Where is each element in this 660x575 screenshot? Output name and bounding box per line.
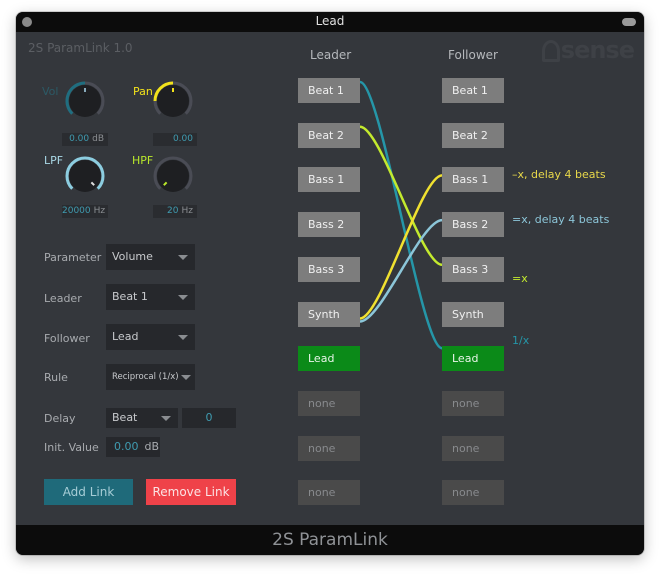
- leader-column-header: Leader: [310, 48, 352, 62]
- chevron-down-icon: [178, 255, 188, 260]
- leader-slot[interactable]: Bass 2: [298, 212, 360, 238]
- delay-amount-input[interactable]: 0: [182, 408, 236, 428]
- follower-label: Follower: [44, 332, 90, 345]
- rule-dropdown[interactable]: Reciprocal (1/x): [106, 364, 195, 390]
- link-rule-label: –x, delay 4 beats: [512, 168, 606, 182]
- init-value-label: Init. Value: [44, 441, 99, 454]
- follower-column-header: Follower: [448, 48, 498, 62]
- chevron-down-icon: [181, 375, 191, 380]
- app-version: 2S ParamLink 1.0: [28, 41, 133, 55]
- vol-value-display[interactable]: 0.00 dB: [62, 133, 108, 146]
- footer-title: 2S ParamLink: [16, 525, 644, 555]
- delay-mode-dropdown[interactable]: Beat: [106, 408, 178, 428]
- vol-knob-label: Vol: [42, 85, 59, 98]
- plugin-window: Lead 2S ParamLink 1.0 2sense Leader Foll…: [16, 12, 644, 555]
- window-toggle-button[interactable]: [622, 18, 636, 26]
- leader-slot[interactable]: none: [298, 480, 360, 506]
- follower-dropdown[interactable]: Lead: [106, 324, 195, 350]
- leader-slot[interactable]: Beat 1: [298, 78, 360, 103]
- link-wire[interactable]: [359, 174, 443, 320]
- leader-slot[interactable]: none: [298, 390, 360, 416]
- follower-slot[interactable]: Bass 3: [442, 256, 504, 282]
- window-title: Lead: [315, 14, 345, 28]
- link-rule-label: 1/x: [512, 334, 530, 348]
- leader-slot[interactable]: Bass 1: [298, 167, 360, 193]
- leader-slot[interactable]: Beat 2: [298, 122, 360, 148]
- add-link-button[interactable]: Add Link: [44, 479, 133, 505]
- init-value-input[interactable]: 0.00 dB: [106, 437, 160, 457]
- leader-slot[interactable]: Lead: [298, 346, 360, 372]
- pan-knob[interactable]: [152, 80, 194, 122]
- link-wire[interactable]: [359, 218, 443, 323]
- leader-slot[interactable]: Synth: [298, 301, 360, 327]
- delay-label: Delay: [44, 412, 76, 425]
- leader-dropdown[interactable]: Beat 1: [106, 284, 195, 310]
- chevron-down-icon: [161, 416, 171, 421]
- pan-knob-label: Pan: [133, 85, 153, 98]
- follower-slot[interactable]: none: [442, 390, 504, 416]
- hpf-knob-label: HPF: [132, 154, 154, 167]
- chevron-down-icon: [178, 335, 188, 340]
- link-wire[interactable]: [359, 125, 443, 267]
- follower-slot[interactable]: Beat 2: [442, 122, 504, 148]
- remove-link-button[interactable]: Remove Link: [146, 479, 236, 505]
- follower-slot[interactable]: Lead: [442, 346, 504, 372]
- brand-logo: 2sense: [541, 36, 635, 64]
- leader-slot[interactable]: none: [298, 435, 360, 461]
- parameter-dropdown[interactable]: Volume: [106, 244, 195, 270]
- title-bar: Lead: [16, 12, 644, 32]
- follower-slot[interactable]: Beat 1: [442, 78, 504, 103]
- follower-slot[interactable]: none: [442, 480, 504, 506]
- hpf-value-display[interactable]: 20 Hz: [153, 205, 197, 218]
- hpf-knob[interactable]: [152, 155, 194, 197]
- link-wire[interactable]: [359, 80, 443, 350]
- leader-label: Leader: [44, 292, 82, 305]
- link-rule-label: =x: [512, 271, 528, 285]
- chevron-down-icon: [178, 295, 188, 300]
- leader-slot[interactable]: Bass 3: [298, 256, 360, 282]
- follower-slot[interactable]: Bass 2: [442, 212, 504, 238]
- parameter-label: Parameter: [44, 251, 102, 264]
- follower-slot[interactable]: Bass 1: [442, 167, 504, 193]
- rule-label: Rule: [44, 371, 68, 384]
- lpf-knob[interactable]: [64, 155, 106, 197]
- lpf-knob-label: LPF: [44, 154, 64, 167]
- logo-2-icon: 2: [541, 40, 560, 62]
- pan-value-display[interactable]: 0.00: [153, 133, 197, 146]
- lpf-value-display[interactable]: 20000 Hz: [62, 205, 108, 218]
- follower-slot[interactable]: Synth: [442, 301, 504, 327]
- follower-slot[interactable]: none: [442, 435, 504, 461]
- vol-knob[interactable]: [64, 80, 106, 122]
- link-rule-label: =x, delay 4 beats: [512, 213, 610, 227]
